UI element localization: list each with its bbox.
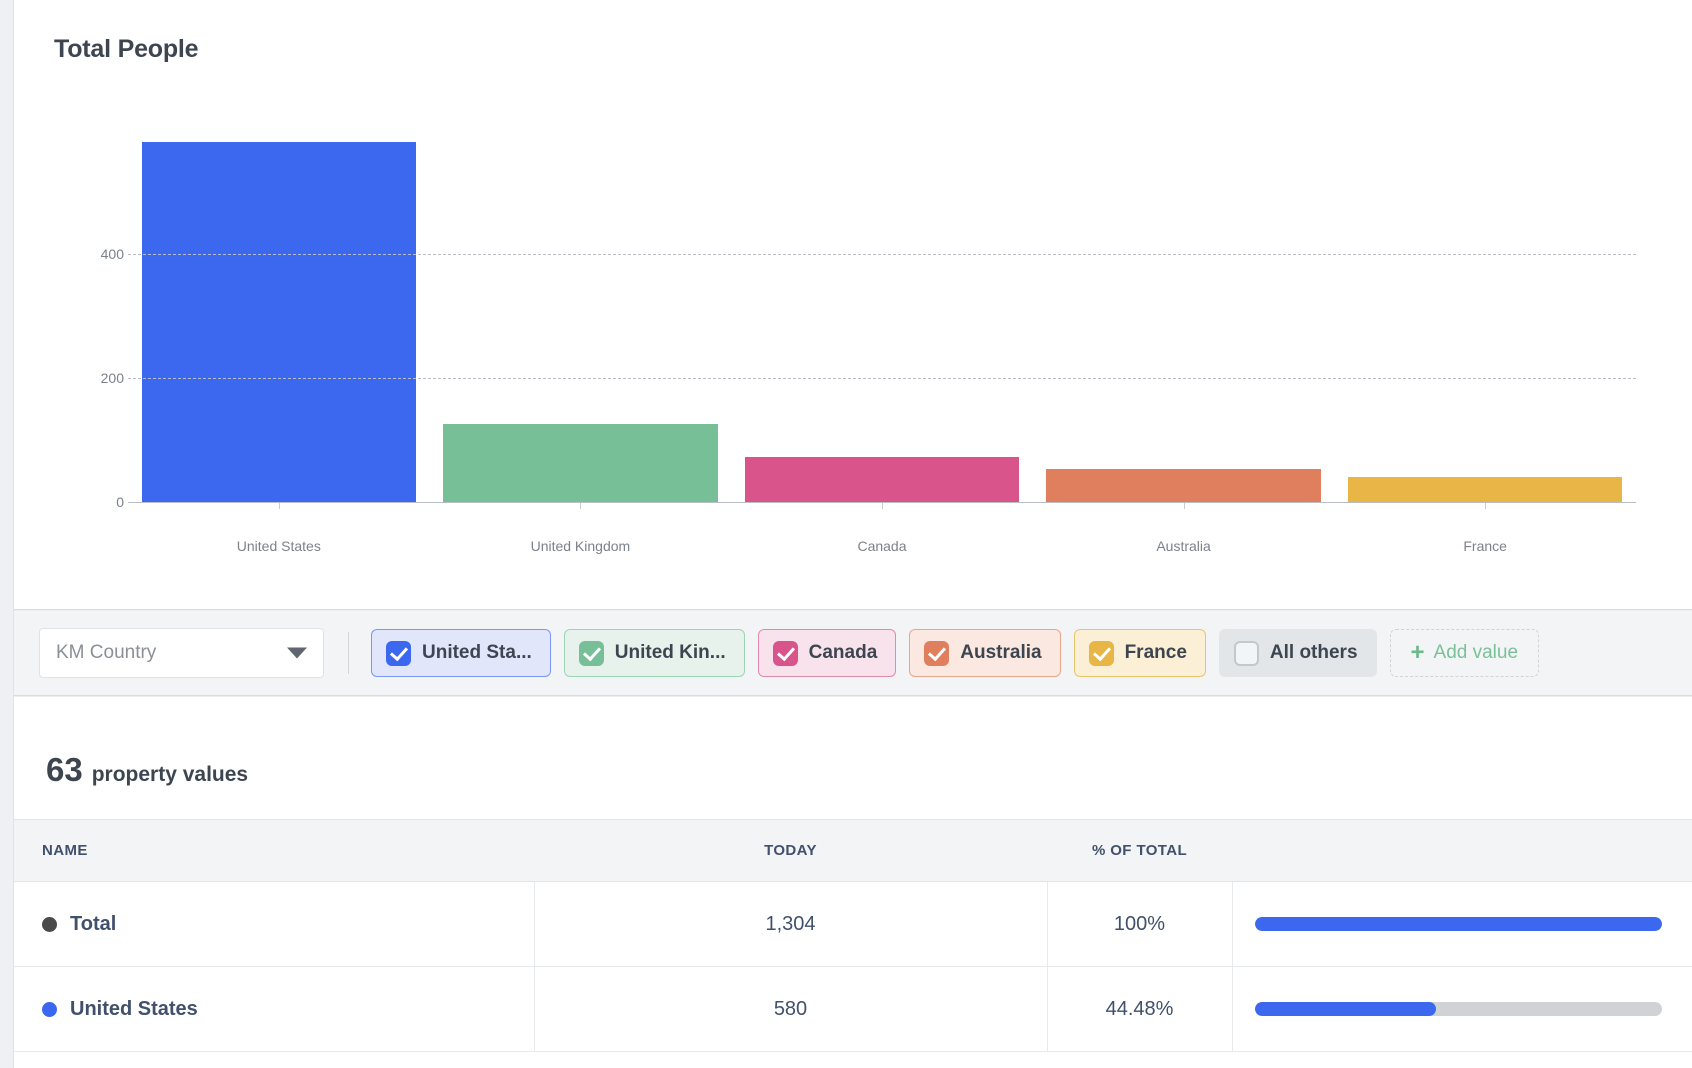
x-axis-tick-label: France xyxy=(1463,538,1507,554)
chart-card: Total People United States United Kingdom… xyxy=(14,0,1692,610)
cell-pct-of-total: 44.48% xyxy=(1047,966,1233,1052)
filter-divider xyxy=(348,632,349,674)
column-header-pct[interactable]: % OF TOTAL xyxy=(1047,819,1232,882)
x-axis-tick-label: Australia xyxy=(1156,538,1211,554)
value-chip-label: France xyxy=(1124,642,1187,663)
y-axis-tick-label: 0 xyxy=(116,494,124,510)
table-row[interactable]: Total 1,304 100% xyxy=(14,881,1692,967)
x-axis-tick-label: United States xyxy=(236,538,321,554)
row-name-label: Total xyxy=(70,912,117,935)
cell-today: 1,304 xyxy=(534,881,1048,967)
cell-pct-of-total: 100% xyxy=(1047,881,1233,967)
gridline xyxy=(128,378,1636,379)
value-chip-label: All others xyxy=(1269,642,1358,663)
value-chip-label: Australia xyxy=(960,642,1042,663)
bar[interactable] xyxy=(744,456,1020,502)
bar-series: United States United Kingdom Canada Austral… xyxy=(128,130,1636,554)
series-color-dot-icon xyxy=(42,916,57,932)
column-header-today[interactable]: TODAY xyxy=(534,819,1047,882)
property-select-value: KM Country xyxy=(56,642,157,663)
cell-today: 580 xyxy=(534,966,1048,1052)
x-axis-tick xyxy=(278,502,280,509)
value-chip[interactable]: United Sta... xyxy=(371,629,551,677)
bar[interactable] xyxy=(1347,477,1623,502)
x-axis-tick-label: Canada xyxy=(857,538,907,554)
x-axis-tick xyxy=(1485,502,1487,509)
x-axis-tick xyxy=(580,502,582,509)
y-axis-tick-label: 400 xyxy=(100,246,124,262)
x-axis-tick xyxy=(881,502,883,509)
axis-baseline xyxy=(128,502,1636,503)
series-color-dot-icon xyxy=(42,1001,57,1017)
bar-chart: United States United Kingdom Canada Austral… xyxy=(101,130,1636,554)
property-values-card: 63 property values NAME TODAY % OF TOTAL… xyxy=(14,697,1692,1068)
chevron-down-icon xyxy=(287,647,307,659)
value-chip-label: Canada xyxy=(808,642,878,663)
add-value-label: Add value xyxy=(1433,642,1519,663)
column-header-name[interactable]: NAME xyxy=(14,819,534,882)
value-chip[interactable]: Canada xyxy=(757,629,897,677)
filter-bar: KM Country United Sta... United Kin... Can… xyxy=(14,611,1692,696)
value-chip-label: United Kin... xyxy=(614,642,726,663)
progress-track xyxy=(1254,917,1662,931)
cell-progress xyxy=(1232,881,1692,967)
value-chip[interactable]: France xyxy=(1073,629,1206,677)
row-name-label: United States xyxy=(70,997,198,1020)
bar[interactable] xyxy=(141,142,417,502)
bar-slot: United States xyxy=(128,130,430,554)
property-values-table: NAME TODAY % OF TOTAL Total 1,304 100% Unit… xyxy=(14,819,1692,1052)
checkbox-checked-icon[interactable] xyxy=(1088,640,1114,666)
bar-slot: Australia xyxy=(1033,130,1335,554)
bar[interactable] xyxy=(443,423,718,502)
property-values-summary: 63 property values xyxy=(46,751,248,789)
value-chip[interactable]: United Kin... xyxy=(563,629,745,677)
bar[interactable] xyxy=(1046,468,1321,502)
name-cell: United States xyxy=(42,998,534,1021)
bar-slot: France xyxy=(1334,130,1636,554)
column-header-bar xyxy=(1232,819,1692,882)
checkbox-unchecked-icon[interactable] xyxy=(1233,640,1259,666)
bar-slot: Canada xyxy=(731,130,1033,554)
checkbox-checked-icon[interactable] xyxy=(924,640,950,666)
x-axis-tick xyxy=(1183,502,1185,509)
property-values-count: 63 xyxy=(46,751,83,788)
progress-fill xyxy=(1254,1002,1436,1016)
progress-fill xyxy=(1254,917,1662,931)
add-value-button[interactable]: + Add value xyxy=(1389,629,1540,677)
cell-name: Total xyxy=(14,881,535,967)
table-header-row: NAME TODAY % OF TOTAL xyxy=(14,819,1692,882)
bar-slot: United Kingdom xyxy=(430,130,732,554)
y-axis-tick-label: 200 xyxy=(100,370,124,386)
progress-track xyxy=(1254,1002,1662,1016)
cell-progress xyxy=(1232,966,1692,1052)
gridline xyxy=(128,254,1636,255)
property-values-label: property values xyxy=(91,763,249,786)
value-chip-label: United Sta... xyxy=(422,642,532,663)
table-row[interactable]: United States 580 44.48% xyxy=(14,966,1692,1052)
left-gutter xyxy=(0,0,14,1068)
x-axis-tick-label: United Kingdom xyxy=(530,538,631,554)
property-select[interactable]: KM Country xyxy=(39,628,324,678)
name-cell: Total xyxy=(42,913,534,936)
value-chip-list: United Sta... United Kin... Canada Australi… xyxy=(371,629,1377,677)
cell-name: United States xyxy=(14,966,535,1052)
analytics-page: Total People United States United Kingdom… xyxy=(0,0,1692,1068)
value-chip[interactable]: All others xyxy=(1218,629,1377,677)
checkbox-checked-icon[interactable] xyxy=(772,640,798,666)
checkbox-checked-icon[interactable] xyxy=(386,640,411,666)
value-chip[interactable]: Australia xyxy=(909,629,1061,677)
checkbox-checked-icon[interactable] xyxy=(578,640,604,666)
page-title: Total People xyxy=(54,35,199,63)
table-body: Total 1,304 100% United States 580 44.48% xyxy=(14,881,1692,1052)
